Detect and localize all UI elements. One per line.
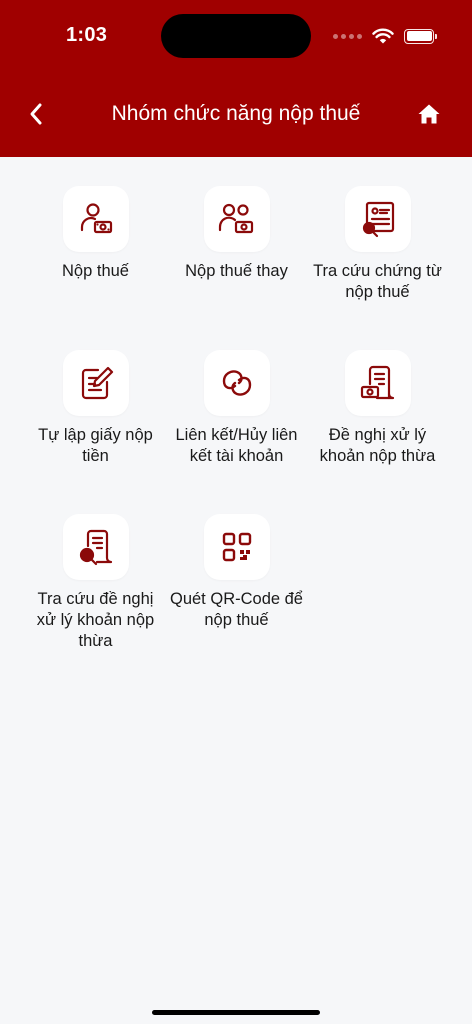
status-icons bbox=[333, 26, 437, 46]
tile-icon-box bbox=[203, 514, 270, 580]
home-icon bbox=[418, 104, 440, 124]
function-grid: Nộp thuế Nộp thuế thay Tra cứu chứng từ bbox=[25, 186, 447, 678]
qr-code-icon bbox=[222, 532, 251, 562]
receipt-search-icon bbox=[79, 529, 112, 566]
tile-de-nghi-xu-ly[interactable]: Đề nghị xử lý khoản nộp thừa bbox=[307, 350, 448, 514]
tile-nop-thue[interactable]: Nộp thuế bbox=[25, 186, 166, 350]
status-time: 1:03 bbox=[66, 24, 108, 46]
dynamic-island bbox=[161, 14, 311, 58]
home-button[interactable] bbox=[416, 101, 442, 127]
document-search-icon bbox=[362, 201, 394, 238]
tile-nop-thue-thay[interactable]: Nộp thuế thay bbox=[166, 186, 307, 350]
person-money-icon bbox=[80, 203, 112, 234]
tile-label: Liên kết/Hủy liên kết tài khoản bbox=[175, 426, 298, 465]
battery-icon bbox=[404, 28, 437, 44]
chevron-left-icon bbox=[30, 103, 42, 125]
tile-icon-box bbox=[62, 186, 129, 252]
people-money-icon bbox=[218, 203, 253, 234]
wifi-icon bbox=[372, 28, 394, 44]
tile-label: Đề nghị xử lý khoản nộp thừa bbox=[319, 426, 436, 465]
tile-label: Nộp thuế bbox=[62, 262, 129, 280]
signal-icon bbox=[333, 33, 362, 39]
home-indicator[interactable] bbox=[152, 1010, 320, 1015]
tile-icon-box bbox=[203, 186, 270, 252]
tile-tra-cuu-de-nghi[interactable]: Tra cứu đề nghị xử lý khoản nộp thừa bbox=[25, 514, 166, 678]
tile-icon-box bbox=[344, 186, 411, 252]
tile-label: Nộp thuế thay bbox=[185, 262, 288, 280]
tile-icon-box bbox=[344, 350, 411, 416]
tile-label: Tự lập giấy nộp tiền bbox=[38, 426, 153, 465]
page-title: Nhóm chức năng nộp thuế bbox=[111, 102, 361, 125]
tile-icon-box bbox=[62, 350, 129, 416]
tile-icon-box bbox=[62, 514, 129, 580]
back-button[interactable] bbox=[22, 100, 50, 128]
tile-quet-qr-code[interactable]: Quét QR-Code để nộp thuế bbox=[166, 514, 307, 678]
tile-tra-cuu-chung-tu[interactable]: Tra cứu chứng từ nộp thuế bbox=[307, 186, 448, 350]
app-header: 1:03 Nhóm chức năng nộp thuế bbox=[0, 0, 472, 157]
tile-label: Tra cứu đề nghị xử lý khoản nộp thừa bbox=[36, 590, 155, 650]
receipt-money-icon bbox=[360, 365, 394, 400]
tile-tu-lap-giay-nop-tien[interactable]: Tự lập giấy nộp tiền bbox=[25, 350, 166, 514]
tile-label: Quét QR-Code để nộp thuế bbox=[170, 590, 303, 629]
tile-label: Tra cứu chứng từ nộp thuế bbox=[313, 262, 442, 301]
tile-icon-box bbox=[203, 350, 270, 416]
tile-lien-ket-tai-khoan[interactable]: Liên kết/Hủy liên kết tài khoản bbox=[166, 350, 307, 514]
edit-form-icon bbox=[81, 366, 113, 400]
link-icon bbox=[222, 370, 251, 396]
